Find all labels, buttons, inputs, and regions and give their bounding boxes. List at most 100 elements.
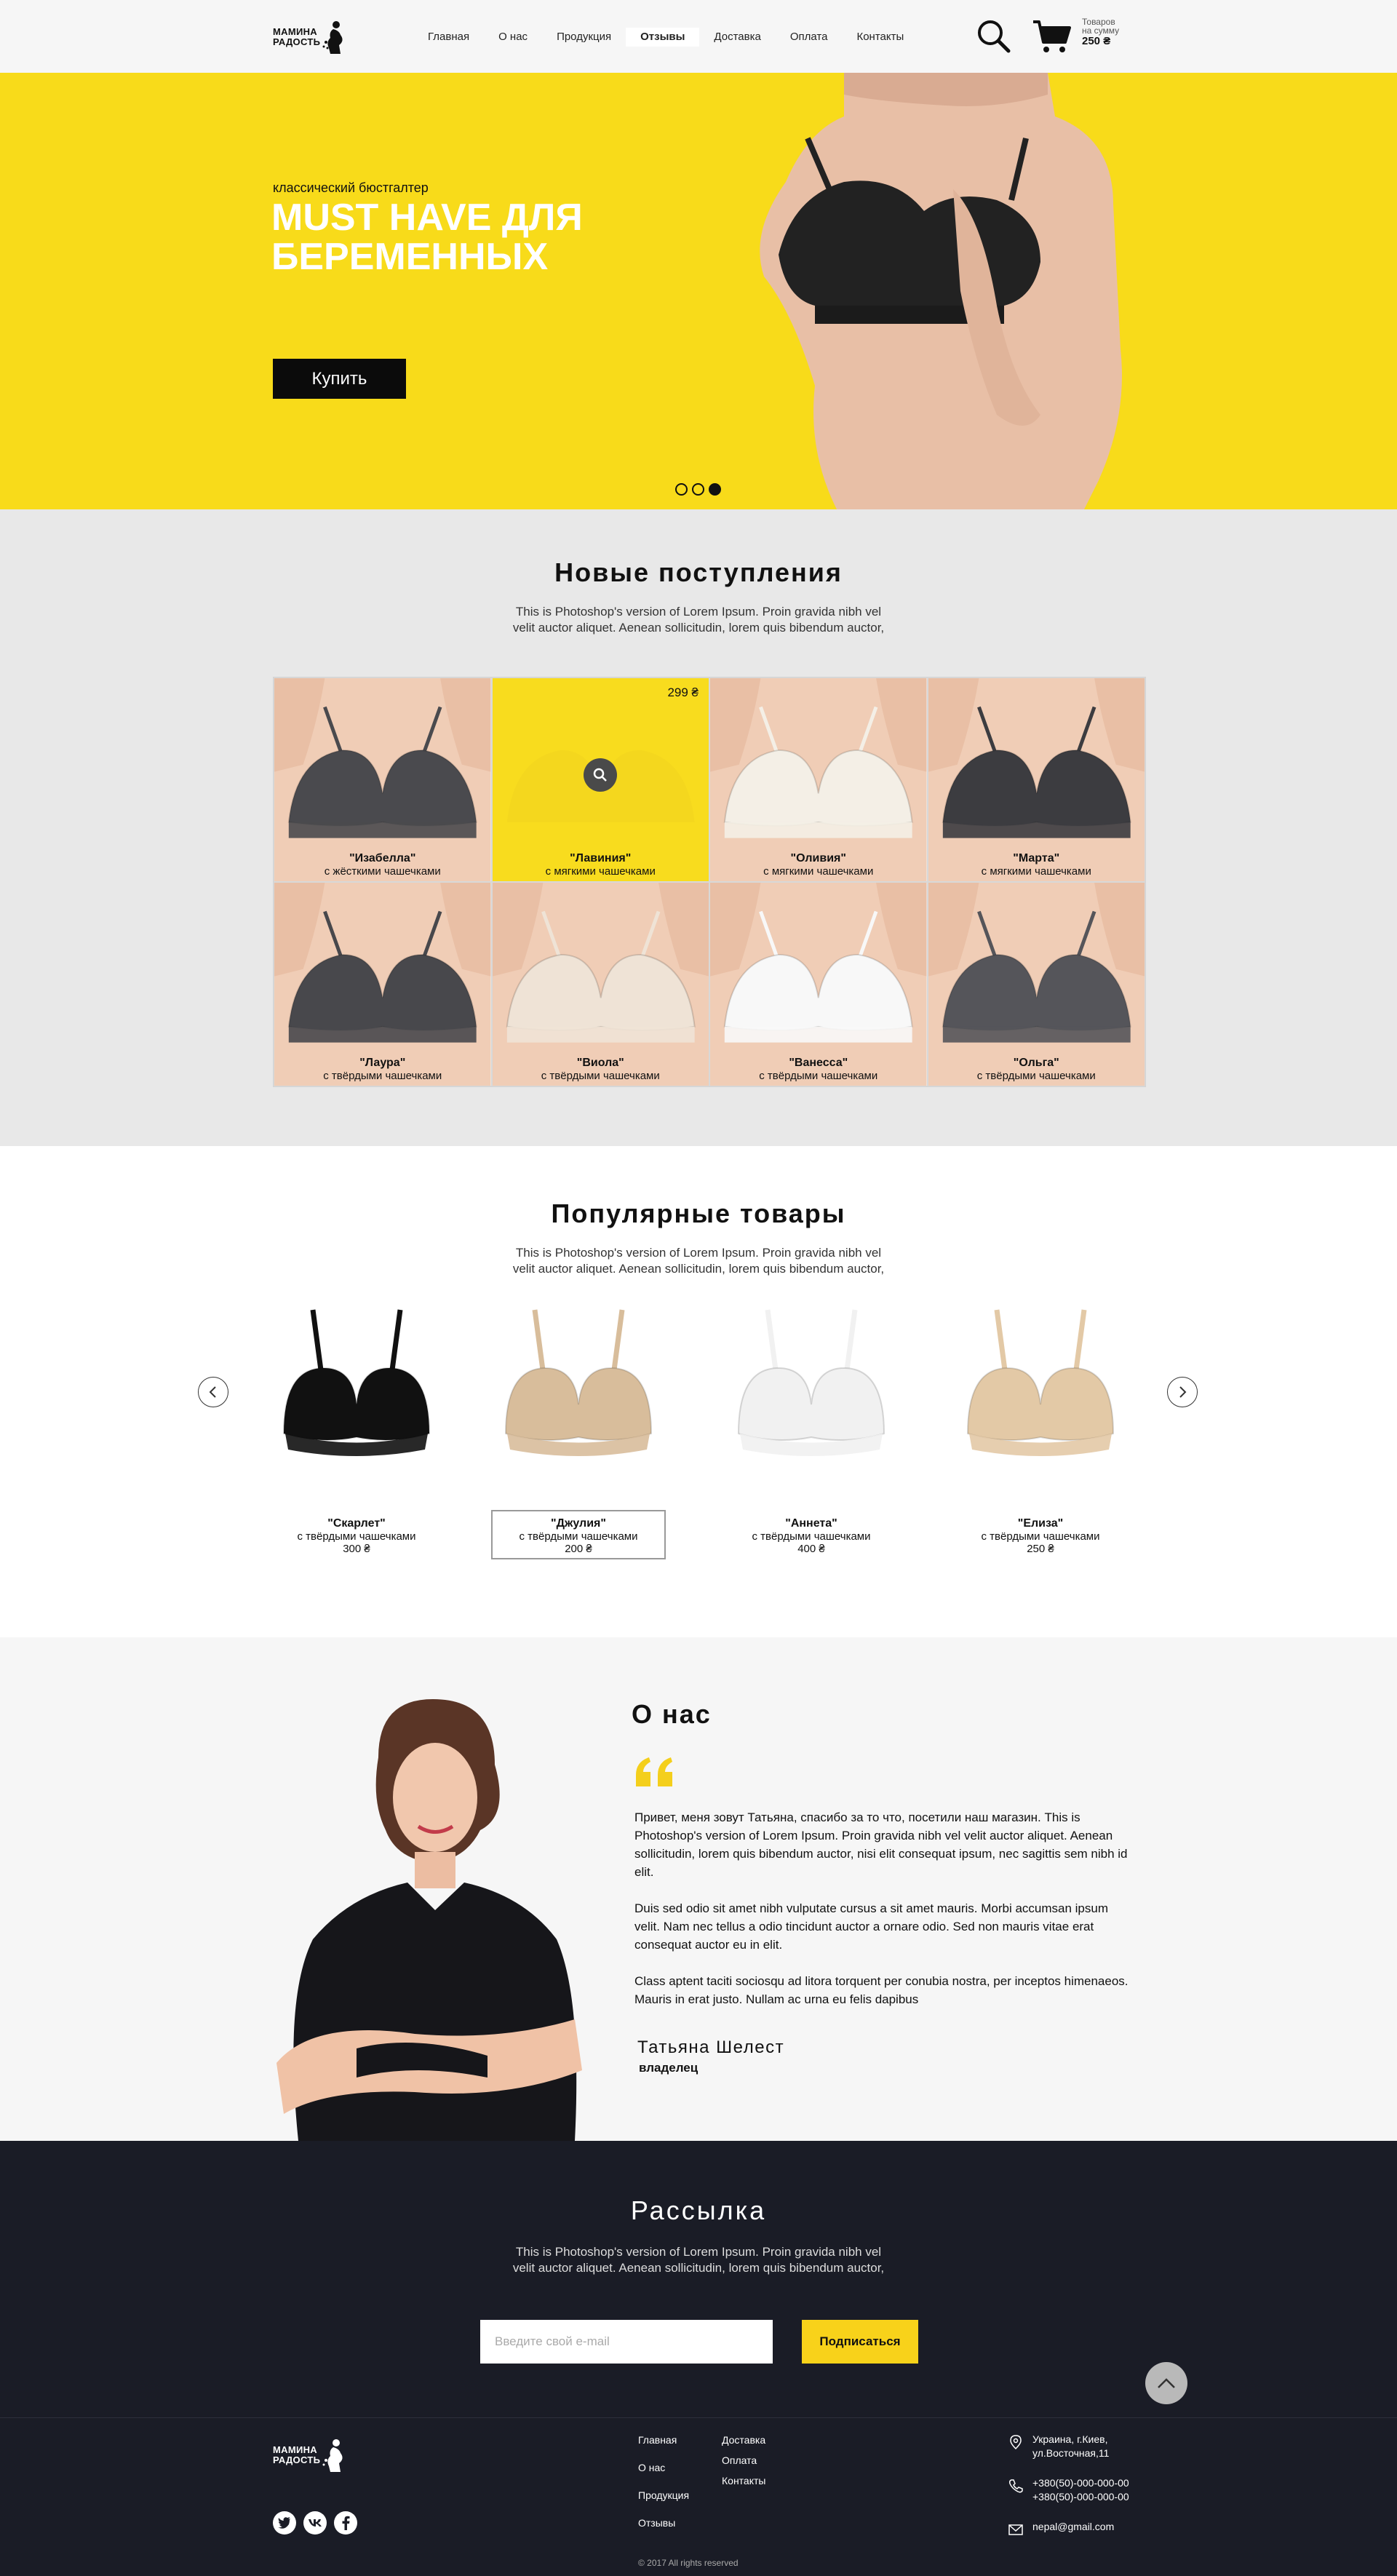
about-paragraph-2: Duis sed odio sit amet nibh vulputate cu… [634, 1901, 1108, 1952]
twitter-icon[interactable] [273, 2511, 296, 2535]
popular-title: Популярные товары [551, 1198, 846, 1228]
product-text: "Аннета" с твёрдыми чашечками 400 ₴ [724, 1510, 899, 1558]
product-name: "Оливия" [790, 852, 846, 864]
product-name: "Ольга" [1013, 1057, 1059, 1069]
newsletter-desc: This is Photoshop's version of Lorem Ips… [0, 2244, 1397, 2276]
hero-slider: классический бюстгалтер MUST HAVE ДЛЯ БЕ… [0, 73, 1397, 509]
footer-link[interactable]: Доставка [722, 2434, 765, 2454]
scroll-to-top-button[interactable] [1145, 2362, 1187, 2404]
chevron-up-icon [1158, 2378, 1175, 2388]
product-name: "Джулия" [551, 1517, 606, 1530]
copyright: © 2017 All rights reserved [638, 2558, 739, 2568]
product-desc: с твёрдыми чашечками [519, 1530, 638, 1543]
location-icon [1010, 2435, 1022, 2450]
logo[interactable]: МАМИНА РАДОСТЬ [273, 20, 357, 55]
slider-dot-1[interactable] [675, 483, 688, 496]
search-icon[interactable] [975, 17, 1011, 54]
site-footer: МАМИНА РАДОСТЬ Главная О нас Продукция Отзы… [0, 2417, 1397, 2576]
product-price: 300 ₴ [343, 1543, 370, 1555]
product-desc: с мягкими чашечками [763, 865, 874, 878]
product-card[interactable]: "Ванесса" с твёрдыми чашечками [709, 882, 928, 1086]
product-card[interactable]: "Ольга" с твёрдыми чашечками [927, 882, 1145, 1086]
popular-product-card[interactable]: "Елиза" с твёрдыми чашечками 250 ₴ [953, 1288, 1128, 1558]
product-card[interactable]: "Виола" с твёрдыми чашечками [491, 882, 709, 1086]
newsletter-title: Рассылка [630, 2195, 767, 2225]
product-name: "Марта" [1013, 852, 1060, 864]
carousel-prev-button[interactable] [198, 1377, 228, 1407]
product-desc: с твёрдыми чашечками [323, 1070, 442, 1082]
email-input[interactable] [480, 2320, 773, 2364]
product-image [269, 1288, 444, 1506]
slider-dots [675, 483, 721, 496]
newsletter-desc-line1: This is Photoshop's version of Lorem Ips… [515, 2245, 882, 2259]
cart-label-2: на сумму [1082, 25, 1120, 36]
footer-contacts: Украина, г.Киев, ул.Восточная,11 +380(50… [1008, 2433, 1129, 2553]
popular-product-card[interactable]: "Аннета" с твёрдыми чашечками 400 ₴ [724, 1288, 899, 1558]
popular-section: Популярные товары This is Photoshop's ve… [0, 1146, 1397, 1637]
product-text: "Елиза" с твёрдыми чашечками 250 ₴ [953, 1510, 1128, 1558]
email-link[interactable]: nepal@gmail.com [1032, 2520, 1114, 2534]
footer-logo[interactable]: МАМИНА РАДОСТЬ [273, 2438, 346, 2472]
nav-item-5[interactable]: Оплата [776, 28, 843, 47]
slider-dot-2[interactable] [692, 483, 704, 496]
phone-1[interactable]: +380(50)-000-000-00 [1032, 2476, 1129, 2490]
product-image [724, 1288, 899, 1506]
about-paragraph-1: Привет, меня зовут Татьяна, спасибо за т… [634, 1810, 1128, 1879]
popular-product-card[interactable]: "Джулия" с твёрдыми чашечками 200 ₴ [491, 1288, 666, 1559]
cart-icon[interactable] [1032, 17, 1071, 55]
chevron-right-icon [1179, 1386, 1187, 1398]
product-name: "Виола" [576, 1057, 624, 1069]
product-card[interactable]: "Лаура" с твёрдыми чашечками [274, 882, 492, 1086]
phone-row: +380(50)-000-000-00 +380(50)-000-000-00 [1008, 2476, 1129, 2504]
popular-product-card[interactable]: "Скарлет" с твёрдыми чашечками 300 ₴ [269, 1288, 444, 1558]
nav-item-0[interactable]: Главная [413, 28, 484, 47]
nav-item-1[interactable]: О нас [484, 28, 542, 47]
footer-link[interactable]: Контакты [722, 2475, 765, 2495]
buy-button[interactable]: Купить [273, 359, 406, 399]
site-header: МАМИНА РАДОСТЬ Главная О нас Продукция Отзы… [0, 0, 1397, 73]
zoom-button[interactable] [584, 758, 618, 792]
product-card[interactable]: "Марта" с мягкими чашечками [927, 677, 1145, 882]
email-row: nepal@gmail.com [1008, 2520, 1129, 2537]
carousel-next-button[interactable] [1167, 1377, 1198, 1407]
nav-item-2[interactable]: Продукция [542, 28, 626, 47]
footer-link[interactable]: Отзывы [638, 2517, 689, 2545]
slider-dot-3[interactable] [709, 483, 721, 496]
cart-info[interactable]: Товаров на сумму 250 ₴ [1082, 17, 1120, 47]
footer-nav-primary: Главная О нас Продукция Отзывы [638, 2434, 689, 2545]
address-row: Украина, г.Киев, ул.Восточная,11 [1008, 2433, 1129, 2460]
product-card[interactable]: 299 ₴ "Лавиния" с мягкими чашечками [491, 677, 709, 882]
new-arrivals-desc-line2: velit auctor aliquet. Aenean sollicitudi… [512, 621, 885, 635]
vk-icon[interactable] [303, 2511, 327, 2535]
product-grid: "Изабелла" с жёсткими чашечками 299 ₴ "Лави… [273, 677, 1146, 1087]
footer-link[interactable]: О нас [638, 2462, 689, 2489]
facebook-icon[interactable] [334, 2511, 357, 2535]
phone-icon [1009, 2479, 1023, 2493]
product-desc: с твёрдыми чашечками [759, 1070, 878, 1082]
quote-icon [636, 1757, 672, 1786]
product-name: "Лавиния" [570, 852, 632, 864]
mail-icon [1008, 2524, 1023, 2535]
footer-link[interactable]: Оплата [722, 2454, 765, 2475]
about-section: О нас Привет, меня зовут Татьяна, спасиб… [0, 1637, 1397, 2141]
nav-item-6[interactable]: Контакты [842, 28, 918, 47]
nav-item-4[interactable]: Доставка [699, 28, 775, 47]
owner-name: Татьяна Шелест [637, 2038, 785, 2057]
product-text: "Джулия" с твёрдыми чашечками 200 ₴ [491, 1510, 666, 1559]
nav-item-3[interactable]: Отзывы [626, 28, 700, 47]
new-arrivals-section: Новые поступления This is Photoshop's ve… [0, 509, 1397, 1146]
product-name: "Ванесса" [789, 1057, 848, 1069]
product-name: "Елиза" [1017, 1517, 1064, 1530]
new-arrivals-title: Новые поступления [554, 557, 843, 587]
cart-sum: 250 ₴ [1082, 35, 1111, 47]
footer-link[interactable]: Главная [638, 2434, 689, 2462]
phone-2[interactable]: +380(50)-000-000-00 [1032, 2490, 1129, 2504]
address-line1: Украина, г.Киев, [1032, 2433, 1108, 2445]
pregnant-silhouette-icon [322, 2439, 343, 2472]
product-card[interactable]: "Оливия" с мягкими чашечками [709, 677, 928, 882]
hero-title-line2: БЕРЕМЕННЫХ [271, 236, 549, 278]
footer-link[interactable]: Продукция [638, 2489, 689, 2517]
product-name: "Аннета" [785, 1517, 837, 1530]
product-card[interactable]: "Изабелла" с жёсткими чашечками [274, 677, 492, 882]
subscribe-button[interactable]: Подписаться [802, 2320, 918, 2364]
